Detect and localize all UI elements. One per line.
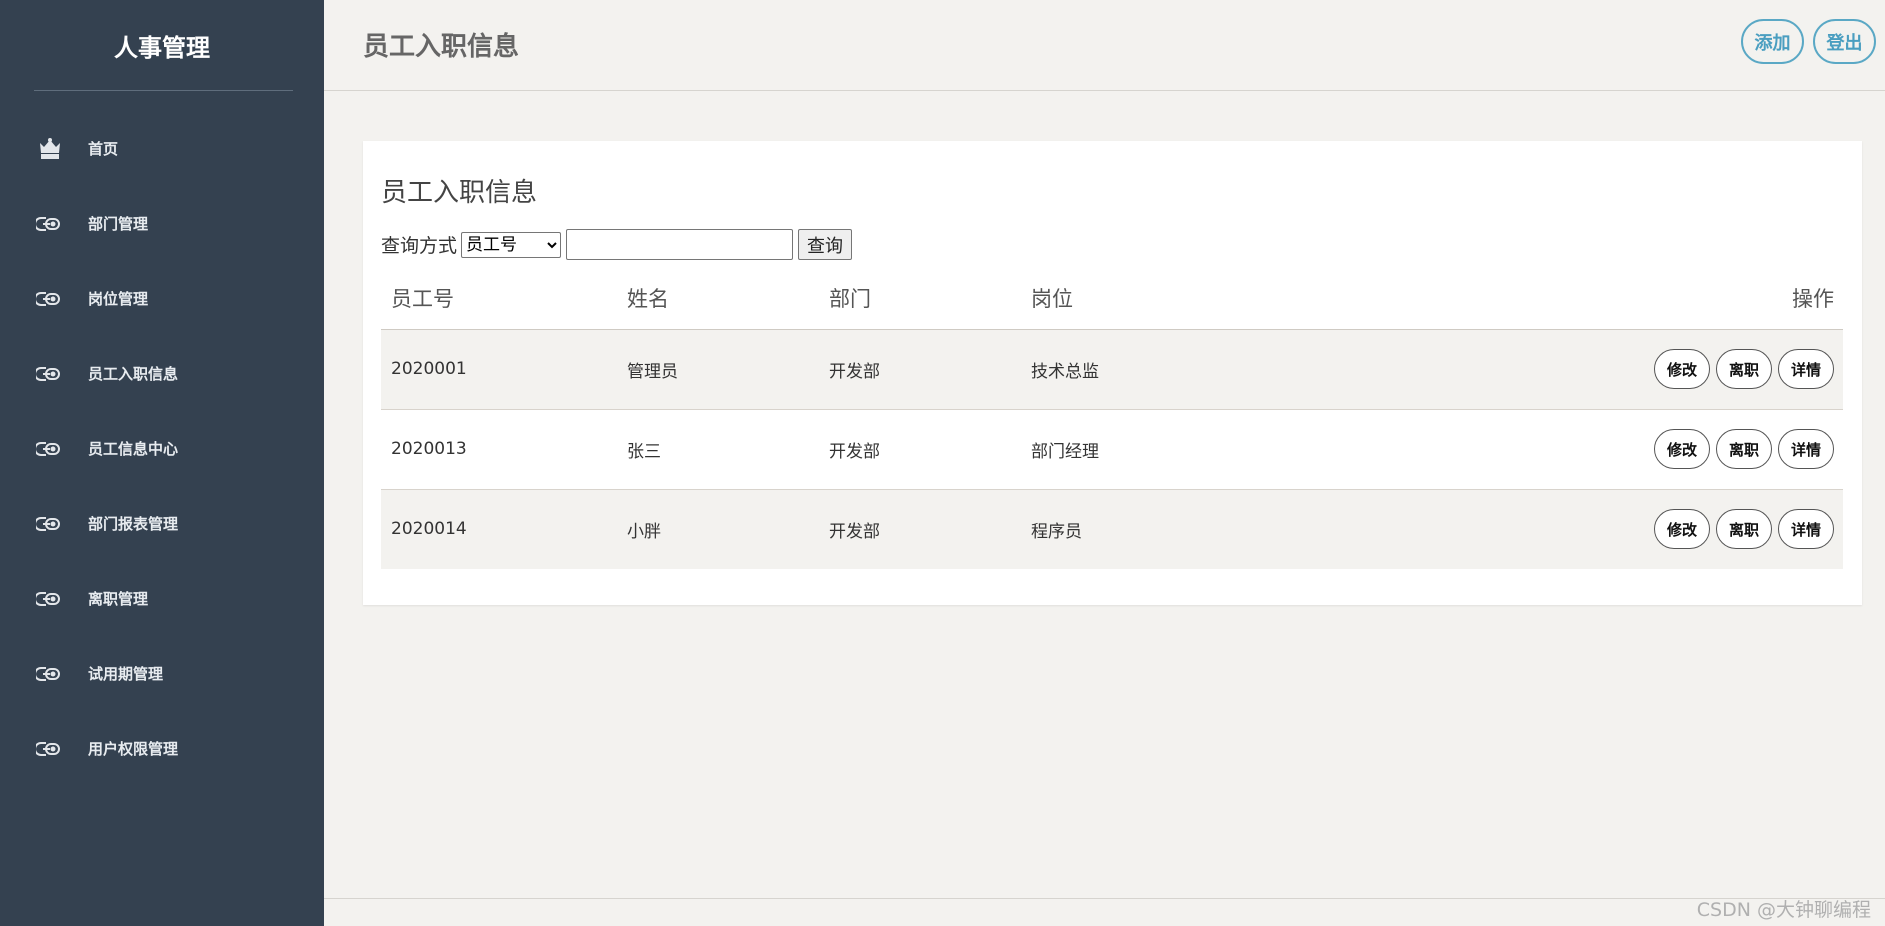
cell-position: 部门经理 (1031, 409, 1331, 490)
resign-button[interactable]: 离职 (1716, 349, 1772, 389)
sidebar-item-label: 员工入职信息 (88, 365, 179, 383)
employee-table: 员工号 姓名 部门 岗位 操作 2020001 管理员 开发部 技术总监 修改离… (381, 267, 1843, 569)
sidebar-nav: 首页 部门管理 岗位管理 员工入职信息 员工信息中心 部门报表管理 离职管理 试… (0, 111, 324, 786)
cell-actions: 修改 离职 详情 (1331, 409, 1843, 490)
cell-id: 2020013 (381, 409, 627, 490)
home-icon (36, 135, 64, 163)
sidebar-item-permissions[interactable]: 用户权限管理 (0, 711, 324, 786)
cell-name: 小胖 (627, 521, 661, 542)
sidebar-item-label: 离职管理 (88, 590, 149, 608)
table-header-row: 员工号 姓名 部门 岗位 操作 (381, 267, 1843, 330)
sidebar-item-employee-center[interactable]: 员工信息中心 (0, 411, 324, 486)
query-label: 查询方式 (381, 235, 458, 257)
link-icon (36, 360, 64, 388)
sidebar-item-label: 首页 (88, 140, 119, 158)
sidebar-item-onboarding[interactable]: 员工入职信息 (0, 336, 324, 411)
cell-id: 2020001 (381, 329, 627, 410)
cell-dept: 开发部 (829, 329, 1031, 410)
sidebar-item-home[interactable]: 首页 (0, 111, 324, 186)
link-icon (36, 435, 64, 463)
table-row: 2020013 张三 开发部 部门经理 修改 离职 详情 (381, 409, 1843, 490)
resign-button[interactable]: 离职 (1716, 429, 1772, 469)
column-header-name: 姓名 (627, 267, 829, 330)
sidebar-item-label: 岗位管理 (88, 290, 149, 308)
sidebar-item-label: 试用期管理 (88, 665, 164, 683)
cell-actions: 修改 离职 详情 (1331, 489, 1843, 569)
query-button[interactable]: 查询 (798, 229, 853, 260)
sidebar-item-department[interactable]: 部门管理 (0, 186, 324, 261)
sidebar-item-label: 用户权限管理 (88, 740, 179, 758)
link-icon (36, 510, 64, 538)
watermark: CSDN @大钟聊编程 (1696, 899, 1871, 921)
cell-name: 张三 (627, 409, 829, 490)
sidebar-item-label: 员工信息中心 (88, 440, 179, 458)
brand-divider (34, 90, 293, 91)
query-bar: 查询方式 员工号 查询 (381, 229, 853, 260)
link-icon (36, 210, 64, 238)
sidebar-item-label: 部门管理 (88, 215, 149, 233)
sidebar-item-probation[interactable]: 试用期管理 (0, 636, 324, 711)
sidebar-item-resignation[interactable]: 离职管理 (0, 561, 324, 636)
cell-name: 管理员 (627, 329, 829, 410)
cell-position: 程序员 (1031, 521, 1082, 542)
link-icon (36, 660, 64, 688)
resign-button[interactable]: 离职 (1716, 509, 1772, 550)
table-row: 2020001 管理员 开发部 技术总监 修改 离职 详情 (381, 329, 1843, 410)
panel-title: 员工入职信息 (381, 178, 538, 208)
cell-actions: 修改 离职 详情 (1331, 329, 1843, 410)
page-title: 员工入职信息 (363, 32, 520, 62)
content-panel: 员工入职信息 查询方式 员工号 查询 员工号 姓名 部门 岗位 操作 20200… (363, 141, 1862, 605)
top-header: 员工入职信息 添加 登出 (324, 0, 1885, 91)
cell-id: 2020014 (391, 519, 467, 540)
edit-button[interactable]: 修改 (1654, 349, 1710, 389)
link-icon (36, 285, 64, 313)
column-header-actions: 操作 (1331, 267, 1843, 330)
column-header-id: 员工号 (381, 267, 627, 330)
edit-button[interactable]: 修改 (1654, 429, 1710, 469)
cell-dept: 开发部 (829, 521, 880, 542)
table-row: 2020014 小胖 开发部 程序员 修改 离职 详情 (381, 489, 1843, 569)
detail-button[interactable]: 详情 (1778, 429, 1834, 469)
column-header-dept: 部门 (829, 267, 1031, 330)
logout-button[interactable]: 登出 (1813, 19, 1876, 64)
cell-position: 技术总监 (1031, 329, 1331, 410)
sidebar-item-dept-report[interactable]: 部门报表管理 (0, 486, 324, 561)
query-type-select[interactable]: 员工号 (461, 231, 562, 258)
sidebar-item-position[interactable]: 岗位管理 (0, 261, 324, 336)
column-header-position: 岗位 (1031, 267, 1331, 330)
brand-title: 人事管理 (114, 33, 210, 62)
detail-button[interactable]: 详情 (1778, 349, 1834, 389)
link-icon (36, 735, 64, 763)
cell-dept: 开发部 (829, 409, 1031, 490)
detail-button[interactable]: 详情 (1778, 509, 1834, 550)
add-button[interactable]: 添加 (1741, 19, 1804, 64)
sidebar: 人事管理 首页 部门管理 岗位管理 员工入职信息 员工信息中心 部门报表管理 离… (0, 0, 324, 926)
sidebar-item-label: 部门报表管理 (88, 515, 179, 533)
edit-button[interactable]: 修改 (1654, 509, 1710, 550)
link-icon (36, 585, 64, 613)
footer-divider (324, 898, 1885, 899)
query-input[interactable] (566, 229, 794, 260)
